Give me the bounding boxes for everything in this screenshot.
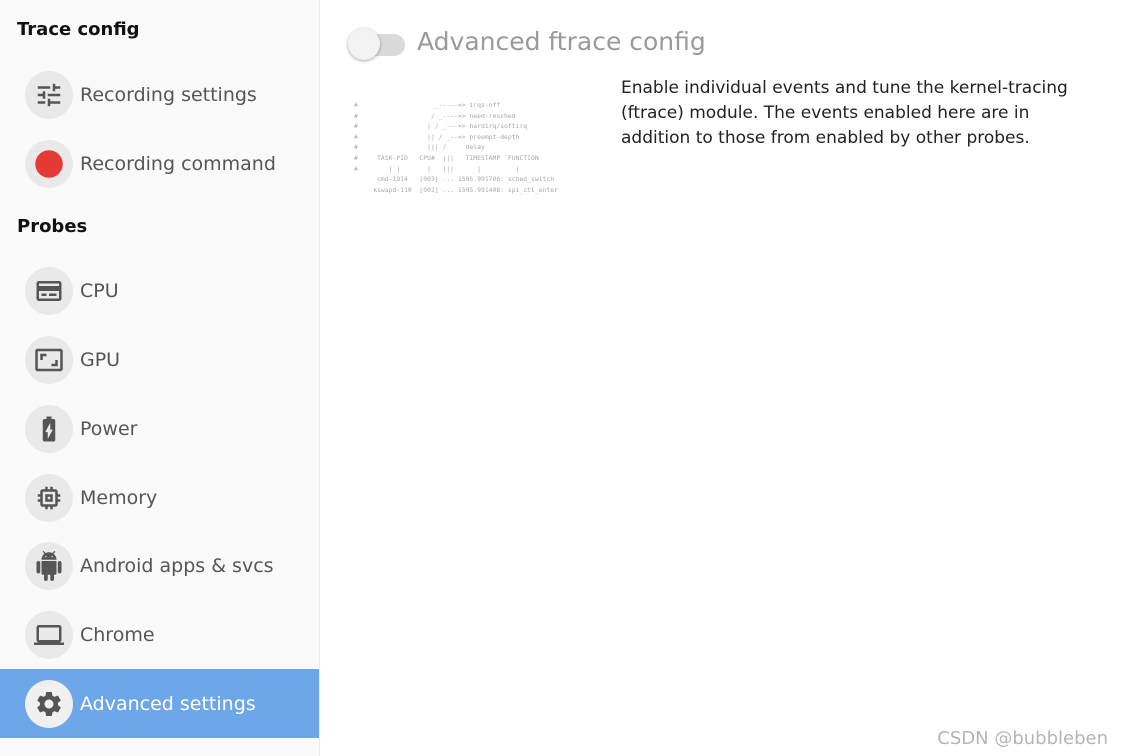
cpu-icon xyxy=(25,266,73,315)
battery-icon xyxy=(25,404,73,453)
sidebar-item-label: CPU xyxy=(80,279,119,302)
advanced-ftrace-toggle[interactable] xyxy=(348,28,405,60)
record-dot-icon xyxy=(25,139,73,188)
sidebar-item-label: Recording command xyxy=(80,152,276,175)
probes-header: Probes xyxy=(17,216,88,237)
section-title: Advanced ftrace config xyxy=(417,27,706,56)
sidebar: Trace config Recording settings Recordin… xyxy=(0,0,320,756)
main-panel: Advanced ftrace config # _-----=> irqs-o… xyxy=(320,0,1123,756)
sidebar-item-label: Chrome xyxy=(80,623,155,646)
sidebar-item-chrome[interactable]: Chrome xyxy=(0,600,319,669)
sidebar-item-memory[interactable]: Memory xyxy=(0,463,319,532)
sidebar-item-label: Recording settings xyxy=(80,83,257,106)
sidebar-item-cpu[interactable]: CPU xyxy=(0,256,319,325)
section-description: Enable individual events and tune the ke… xyxy=(621,78,1068,148)
sidebar-item-recording-settings[interactable]: Recording settings xyxy=(0,60,319,129)
android-icon xyxy=(25,541,73,590)
sidebar-item-label: Power xyxy=(80,417,138,440)
laptop-icon xyxy=(25,610,73,659)
sidebar-item-android-apps[interactable]: Android apps & svcs xyxy=(0,531,319,600)
sidebar-item-power[interactable]: Power xyxy=(0,394,319,463)
trace-config-header: Trace config xyxy=(17,19,140,40)
memory-chip-icon xyxy=(25,473,73,522)
ftrace-ascii-illustration: # _-----=> irqs-off # / _----=> need-res… xyxy=(354,101,558,194)
sidebar-item-gpu[interactable]: GPU xyxy=(0,325,319,394)
sidebar-item-label: GPU xyxy=(80,348,121,371)
sidebar-item-recording-command[interactable]: Recording command xyxy=(0,129,319,198)
gpu-icon xyxy=(25,335,73,384)
sidebar-item-advanced-settings[interactable]: Advanced settings xyxy=(0,669,319,738)
sidebar-item-label: Advanced settings xyxy=(80,692,256,715)
sidebar-item-label: Memory xyxy=(80,486,158,509)
toggle-knob xyxy=(348,28,380,60)
sidebar-item-label: Android apps & svcs xyxy=(80,554,274,577)
watermark: CSDN @bubbleben xyxy=(937,728,1108,749)
gear-icon xyxy=(25,679,73,728)
tune-sliders-icon xyxy=(25,70,73,119)
